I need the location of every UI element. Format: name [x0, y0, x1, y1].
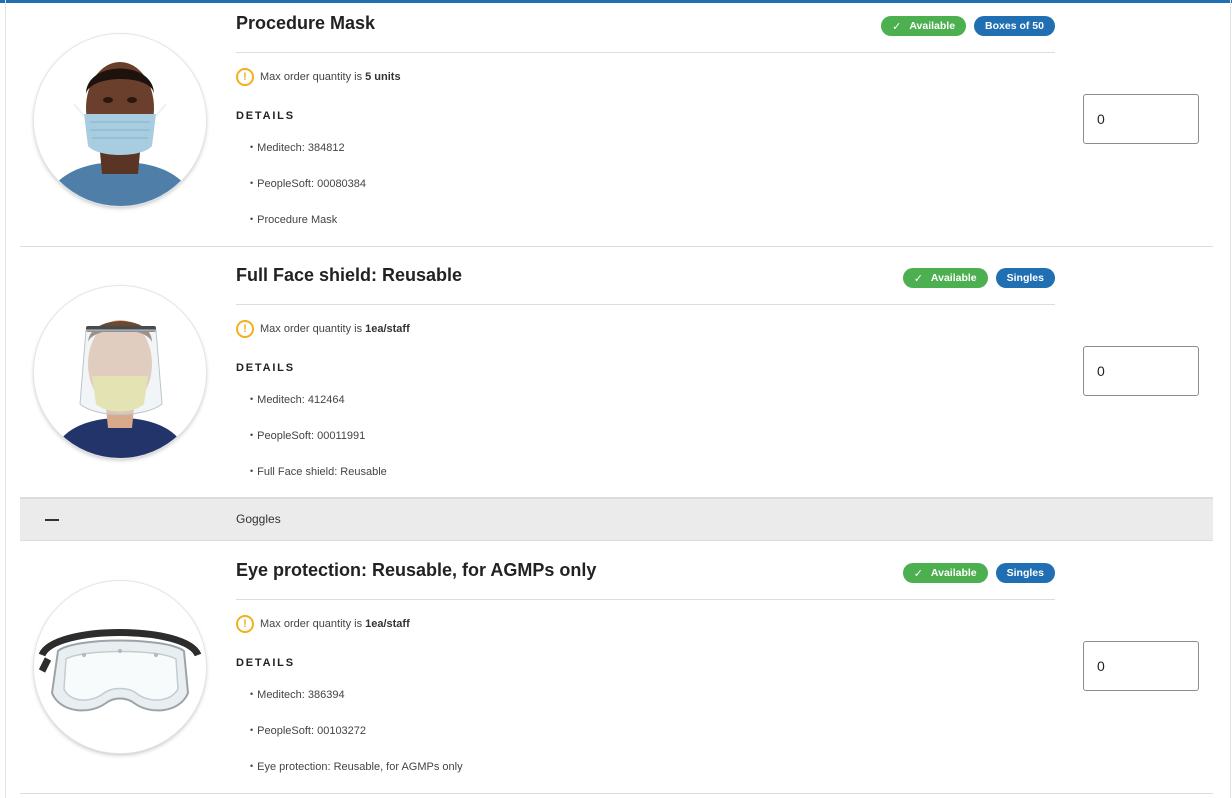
check-icon: ✓ [892, 20, 902, 33]
product-title: Full Face shield: Reusable [236, 265, 463, 285]
notice-text: Max order quantity is [260, 323, 363, 335]
page-right-border [1230, 0, 1231, 798]
detail-item-peoplesoft: PeopleSoft: 00011991 [250, 430, 365, 442]
badge-group: ✓ Available Singles [902, 563, 1055, 583]
detail-item-peoplesoft: PeopleSoft: 00080384 [250, 178, 366, 190]
product-card-face-shield: Full Face shield: Reusable ✓ Available Si… [20, 247, 1213, 498]
pack-size-badge: Boxes of 50 [974, 16, 1055, 36]
details-heading: DETAILS [236, 657, 295, 669]
status-badge-label: Available [930, 567, 977, 579]
status-badge: ✓ Available [902, 268, 988, 288]
collapse-minus-icon[interactable] [45, 519, 59, 521]
pack-size-badge: Singles [995, 268, 1055, 288]
badge-group: ✓ Available Boxes of 50 [881, 16, 1055, 36]
detail-item-meditech: Meditech: 384812 [250, 142, 344, 154]
quantity-input[interactable] [1083, 641, 1199, 691]
detail-item-meditech: Meditech: 412464 [250, 394, 344, 406]
group-label: Goggles [236, 512, 281, 526]
product-image-goggles [34, 581, 206, 753]
max-order-notice: ! Max order quantity is 1ea/staff [236, 320, 410, 338]
detail-item-description: Eye protection: Reusable, for AGMPs only [250, 761, 462, 773]
product-title: Procedure Mask [236, 13, 376, 33]
product-title: Eye protection: Reusable, for AGMPs only [236, 560, 597, 580]
detail-item-description: Procedure Mask [250, 214, 337, 226]
status-badge-label: Available [930, 272, 977, 284]
detail-item-peoplesoft: PeopleSoft: 00103272 [250, 725, 366, 737]
notice-text: Max order quantity is [260, 71, 363, 83]
pack-size-badge: Singles [995, 563, 1055, 583]
max-order-notice: ! Max order quantity is 1ea/staff [236, 615, 410, 633]
warning-circle-icon: ! [236, 68, 254, 86]
quantity-input[interactable] [1083, 94, 1199, 144]
title-divider [236, 52, 1055, 53]
warning-circle-icon: ! [236, 615, 254, 633]
title-divider [236, 304, 1055, 305]
group-header-goggles[interactable]: Goggles [20, 498, 1213, 541]
notice-value: 1ea/staff [365, 618, 410, 630]
check-icon: ✓ [913, 272, 923, 285]
product-card-procedure-mask: Procedure Mask ✓ Available Boxes of 50 ! … [20, 0, 1213, 247]
status-badge-label: Available [909, 20, 956, 32]
max-order-notice: ! Max order quantity is 5 units [236, 68, 401, 86]
check-icon: ✓ [913, 567, 923, 580]
details-heading: DETAILS [236, 110, 295, 122]
product-image-face-shield [34, 286, 206, 458]
title-divider [236, 599, 1055, 600]
quantity-input[interactable] [1083, 346, 1199, 396]
detail-item-meditech: Meditech: 386394 [250, 689, 344, 701]
status-badge: ✓ Available [902, 563, 988, 583]
notice-value: 5 units [365, 71, 401, 83]
goggles-illustration [34, 581, 206, 753]
notice-value: 1ea/staff [365, 323, 410, 335]
page-left-border [5, 0, 6, 798]
detail-item-description: Full Face shield: Reusable [250, 466, 387, 478]
badge-group: ✓ Available Singles [902, 268, 1055, 288]
notice-text: Max order quantity is [260, 618, 363, 630]
mask-person-illustration [34, 34, 206, 206]
product-card-eye-protection: Eye protection: Reusable, for AGMPs only… [20, 542, 1213, 794]
status-badge: ✓ Available [881, 16, 967, 36]
details-heading: DETAILS [236, 362, 295, 374]
product-image-procedure-mask [34, 34, 206, 206]
warning-circle-icon: ! [236, 320, 254, 338]
face-shield-person-illustration [34, 286, 206, 458]
